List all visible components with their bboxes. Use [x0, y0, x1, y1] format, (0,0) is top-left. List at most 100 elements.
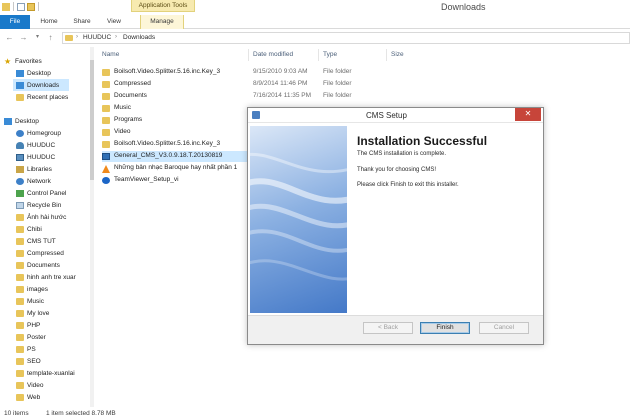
folder-icon	[102, 117, 110, 124]
installer-icon	[102, 153, 110, 160]
desktop-icon	[16, 69, 24, 77]
folder-icon	[16, 297, 24, 305]
recent-places-icon	[16, 93, 24, 101]
column-header-date[interactable]: Date modified	[253, 51, 293, 58]
folder-icon	[16, 273, 24, 281]
file-name: Compressed	[114, 80, 151, 87]
new-folder-icon[interactable]	[27, 2, 35, 11]
nav-network[interactable]: Network	[16, 175, 51, 187]
nav-scrollbar-thumb[interactable]	[90, 60, 94, 180]
nav-folder[interactable]: Web	[16, 391, 40, 403]
nav-control-panel[interactable]: Control Panel	[16, 187, 66, 199]
control-panel-icon	[16, 189, 24, 197]
file-row-selected[interactable]: General_CMS_V3.0.9.18.T.20130819	[102, 151, 252, 162]
properties-icon[interactable]	[17, 2, 25, 11]
teamviewer-icon	[102, 177, 110, 184]
up-arrow-icon[interactable]: ↑	[46, 33, 55, 42]
application-tools-group: Application Tools	[131, 0, 195, 12]
breadcrumb-huuduc[interactable]: HUUDUC	[83, 34, 111, 41]
cancel-button[interactable]: Cancel	[479, 322, 529, 334]
folder-icon	[102, 93, 110, 100]
nav-downloads[interactable]: Downloads	[13, 79, 70, 91]
tab-home[interactable]: Home	[36, 15, 62, 29]
nav-folder[interactable]: CMS TUT	[16, 235, 56, 247]
nav-folder[interactable]: Compressed	[16, 247, 64, 259]
computer-icon	[16, 153, 24, 161]
folder-icon	[16, 369, 24, 377]
file-name: Boilsoft.Video.Splitter.5.16.inc.Key_3	[114, 68, 221, 75]
file-type: File folder	[323, 92, 352, 99]
dialog-message: Thank you for choosing CMS!	[357, 167, 437, 173]
nav-folder[interactable]: Documents	[16, 259, 60, 271]
nav-folder[interactable]: SEO	[16, 355, 41, 367]
forward-arrow-icon[interactable]: →	[19, 33, 28, 42]
nav-homegroup[interactable]: Homegroup	[16, 127, 61, 139]
nav-desktop[interactable]: Desktop	[16, 67, 51, 79]
network-icon	[16, 177, 24, 185]
finish-button[interactable]: Finish	[420, 322, 470, 334]
file-row[interactable]: Compressed 8/9/2014 11:46 PM File folder	[102, 79, 522, 90]
nav-recycle-bin[interactable]: Recycle Bin	[16, 199, 61, 211]
file-name: Boilsoft.Video.Splitter.5.16.inc.Key_3	[114, 140, 221, 147]
folder-icon	[16, 393, 24, 401]
back-arrow-icon[interactable]: ←	[5, 33, 14, 42]
file-row[interactable]: Documents 7/16/2014 11:35 PM File folder	[102, 91, 522, 102]
nav-folder[interactable]: Music	[16, 295, 44, 307]
nav-folder[interactable]: PS	[16, 343, 36, 355]
close-button[interactable]: ✕	[515, 108, 541, 121]
wizard-content: Installation Successful The CMS installa…	[350, 126, 540, 313]
tab-share[interactable]: Share	[68, 15, 96, 29]
recent-locations-icon[interactable]: ▾	[33, 33, 42, 42]
nav-folder[interactable]: images	[16, 283, 48, 295]
folder-icon	[16, 225, 24, 233]
file-type: File folder	[323, 68, 352, 75]
dialog-message: The CMS installation is complete.	[357, 151, 447, 157]
back-button[interactable]: < Back	[363, 322, 413, 334]
folder-icon	[102, 105, 110, 112]
folder-icon	[102, 129, 110, 136]
selection-info: 1 item selected 8.78 MB	[46, 410, 116, 417]
tab-view[interactable]: View	[102, 15, 126, 29]
nav-folder[interactable]: Ảnh hài hước	[16, 211, 66, 223]
libraries-icon	[16, 165, 24, 173]
nav-folder[interactable]: hinh anh tre xuar	[16, 271, 76, 283]
breadcrumb-downloads[interactable]: Downloads	[123, 34, 155, 41]
nav-recent-places[interactable]: Recent places	[16, 91, 68, 103]
nav-folder[interactable]: Poster	[16, 331, 46, 343]
column-header-type[interactable]: Type	[323, 51, 337, 58]
wizard-banner-image	[250, 126, 347, 313]
nav-favorites[interactable]: ★ Favorites	[4, 55, 42, 67]
folder-icon	[16, 357, 24, 365]
file-date: 9/15/2010 9:03 AM	[253, 68, 308, 75]
nav-folder[interactable]: Video	[16, 379, 44, 391]
banner-swirl-graphic	[250, 153, 347, 281]
nav-computer[interactable]: HUUDUC	[16, 151, 55, 163]
nav-libraries[interactable]: Libraries	[16, 163, 52, 175]
file-name: Video	[114, 128, 131, 135]
file-name: Programs	[114, 116, 143, 123]
tab-manage[interactable]: Manage	[140, 15, 184, 29]
desktop-icon	[4, 117, 12, 125]
folder-icon	[102, 69, 110, 76]
nav-folder[interactable]: Chibi	[16, 223, 42, 235]
column-header-name[interactable]: Name	[102, 51, 119, 58]
window-title: Downloads	[441, 2, 486, 12]
downloads-icon	[16, 81, 24, 89]
dialog-heading: Installation Successful	[357, 134, 488, 148]
column-header-size[interactable]: Size	[391, 51, 404, 58]
user-icon	[16, 141, 24, 149]
address-bar[interactable]: › HUUDUC › Downloads	[62, 32, 630, 44]
nav-user[interactable]: HUUDUC	[16, 139, 55, 151]
star-icon: ★	[4, 56, 12, 66]
homegroup-icon	[16, 129, 24, 137]
nav-folder[interactable]: template-xuanlai	[16, 367, 75, 379]
tab-file[interactable]: File	[0, 15, 30, 29]
nav-folder[interactable]: My love	[16, 307, 49, 319]
file-row[interactable]: Boilsoft.Video.Splitter.5.16.inc.Key_3 9…	[102, 67, 522, 78]
file-name: General_CMS_V3.0.9.18.T.20130819	[114, 152, 223, 159]
file-type: File folder	[323, 80, 352, 87]
nav-desktop-root[interactable]: Desktop	[4, 115, 39, 127]
nav-folder[interactable]: PHP	[16, 319, 40, 331]
divider	[318, 49, 319, 61]
setup-dialog: CMS Setup ✕ Installation Successful The …	[247, 107, 544, 345]
